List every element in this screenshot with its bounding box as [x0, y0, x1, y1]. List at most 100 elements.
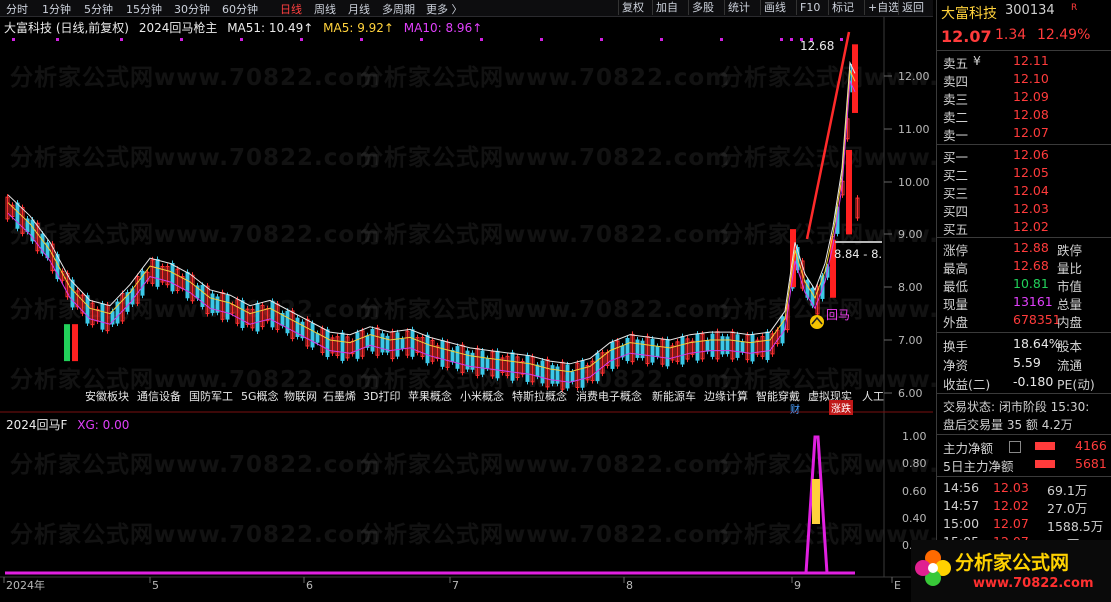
ask-price: 12.09	[1013, 89, 1049, 104]
signal-dot	[720, 38, 723, 41]
ask-row[interactable]: 卖四 12.10	[937, 71, 1111, 89]
trend-line	[805, 31, 851, 240]
concept-tag[interactable]: 新能源车	[652, 388, 696, 404]
ask-label: 卖三	[943, 92, 969, 107]
add-watchlist-button[interactable]: +自选	[864, 0, 902, 15]
candle-body	[425, 334, 430, 364]
stat-label: 涨停	[943, 243, 969, 258]
candle-body	[155, 259, 160, 287]
bid-label: 买四	[943, 204, 969, 219]
ask-row[interactable]: 卖一 12.07	[937, 125, 1111, 143]
bid-row[interactable]: 买一 12.06	[937, 147, 1111, 165]
multi-stock-button[interactable]: 多股	[688, 0, 717, 15]
stat-label: 最低	[943, 279, 969, 294]
f10-button[interactable]: F10	[796, 0, 823, 15]
candle-body	[100, 303, 105, 330]
concept-tag[interactable]: 特斯拉概念	[512, 388, 567, 404]
ask-mark: ¥	[973, 53, 981, 68]
flow-bar	[1035, 460, 1055, 468]
bid-row[interactable]: 买四 12.03	[937, 201, 1111, 219]
ask-price: 12.10	[1013, 71, 1049, 86]
period-tab-fenshi[interactable]: 分时	[6, 1, 28, 17]
concept-tag[interactable]: 消费电子概念	[576, 388, 642, 404]
stat-row[interactable]: 外盘 678351 内盘	[937, 312, 1111, 330]
ask-row[interactable]: 卖三 12.09	[937, 89, 1111, 107]
adjust-button[interactable]: 复权	[618, 0, 647, 15]
stat-label: 外盘	[943, 315, 969, 330]
stat-row[interactable]: 最高 12.68 量比	[937, 258, 1111, 276]
bid-row[interactable]: 买二 12.05	[937, 165, 1111, 183]
concept-tag[interactable]: 人工	[862, 388, 884, 404]
bid-price: 12.06	[1013, 147, 1049, 162]
stat-row[interactable]: 最低 10.81 市值	[937, 276, 1111, 294]
bid-label: 买五	[943, 222, 969, 237]
signal-dot	[180, 38, 183, 41]
logo-text: 分析家公式网	[955, 552, 1070, 574]
logo-area: 分析家公式网 www.70822.com	[911, 540, 1111, 602]
period-tab-15min[interactable]: 15分钟	[126, 1, 162, 17]
mark-button[interactable]: 标记	[828, 0, 857, 15]
concept-tag[interactable]: 边缘计算	[704, 388, 748, 404]
period-tab-weekly[interactable]: 周线	[314, 1, 336, 17]
tick-row[interactable]: 14:57 12.02 27.0万	[937, 498, 1111, 516]
period-tab-more[interactable]: 更多 〉	[426, 1, 463, 17]
candle-body	[535, 364, 540, 377]
statistics-button[interactable]: 统计	[724, 0, 753, 15]
time-axis: 2024年 5 6 7 8 9 E	[3, 577, 901, 592]
time-tick-label: 5	[152, 579, 159, 592]
stat2-row[interactable]: 净资 5.59 流通	[937, 355, 1111, 373]
tick-row[interactable]: 15:00 12.07 1588.5万	[937, 516, 1111, 534]
kline-chart-area[interactable]: 12.00 11.00 10.00 9.00 8.00 7.00 6.00 1.00 0.80…	[0, 17, 933, 602]
ask-row[interactable]: 卖五 ¥12.11	[937, 53, 1111, 71]
stat2-value: 5.59	[1013, 355, 1041, 370]
stat2-row[interactable]: 收益(二) -0.180 PE(动)	[937, 374, 1111, 392]
high-price-label: 12.68	[800, 39, 835, 53]
stat-row[interactable]: 现量 13161 总量	[937, 294, 1111, 312]
ask-price: 12.07	[1013, 125, 1049, 140]
ma51-line	[7, 60, 856, 365]
draw-line-button[interactable]: 画线	[760, 0, 789, 15]
concept-tag[interactable]: 安徽板块	[85, 388, 129, 404]
candle-body	[740, 341, 745, 353]
indicator-tick-label: 1.00	[902, 430, 927, 443]
period-tab-daily[interactable]: 日线	[280, 1, 302, 17]
stat-right-label: 跌停	[1057, 243, 1083, 258]
period-tab-5min[interactable]: 5分钟	[84, 1, 113, 17]
bid-row[interactable]: 买五 12.02	[937, 219, 1111, 237]
stat2-right-label: 股本	[1057, 339, 1083, 354]
candle-body	[680, 336, 685, 365]
concept-tag[interactable]: 石墨烯	[323, 388, 356, 404]
flower-logo-icon	[915, 550, 951, 586]
concept-tag[interactable]: 小米概念	[460, 388, 504, 404]
period-tab-monthly[interactable]: 月线	[348, 1, 370, 17]
tick-price: 12.02	[993, 498, 1029, 513]
add-self-button[interactable]: 加自	[652, 0, 681, 15]
period-toolbar: 分时 1分钟 5分钟 15分钟 30分钟 60分钟 日线 周线 月线 多周期 更…	[0, 0, 933, 17]
concept-tag[interactable]: 苹果概念	[408, 388, 452, 404]
ask-row[interactable]: 卖二 12.08	[937, 107, 1111, 125]
concept-tag[interactable]: 5G概念	[241, 388, 279, 404]
concept-tag[interactable]: 3D打印	[363, 388, 400, 404]
stat2-right-label: 流通	[1057, 358, 1083, 373]
concept-tag[interactable]: 物联网	[284, 388, 317, 404]
stat-row[interactable]: 涨停 12.88 跌停	[937, 240, 1111, 258]
stat-right-label: 市值	[1057, 279, 1083, 294]
tick-volume: 1588.5万	[1047, 519, 1104, 534]
stat2-row[interactable]: 换手 18.64% 股本	[937, 336, 1111, 354]
indicator-tick-label: 0.80	[902, 457, 927, 470]
concept-tag[interactable]: 国防军工	[189, 388, 233, 404]
time-tick-label: 2024年	[6, 578, 45, 592]
back-button[interactable]: 返回	[898, 0, 927, 15]
bid-row[interactable]: 买三 12.04	[937, 183, 1111, 201]
stat-right-label: 总量	[1057, 297, 1083, 312]
price-tick-label: 11.00	[898, 123, 930, 136]
main-flow-label: 主力净额	[943, 441, 994, 456]
period-tab-30min[interactable]: 30分钟	[174, 1, 210, 17]
period-tab-multi[interactable]: 多周期	[382, 1, 415, 17]
period-tab-1min[interactable]: 1分钟	[42, 1, 71, 17]
candle-body	[185, 271, 190, 299]
concept-tag[interactable]: 通信设备	[137, 388, 181, 404]
period-tab-60min[interactable]: 60分钟	[222, 1, 258, 17]
sub-indicator-name[interactable]: 2024回马F	[6, 418, 67, 432]
tick-row[interactable]: 14:56 12.03 69.1万	[937, 480, 1111, 498]
